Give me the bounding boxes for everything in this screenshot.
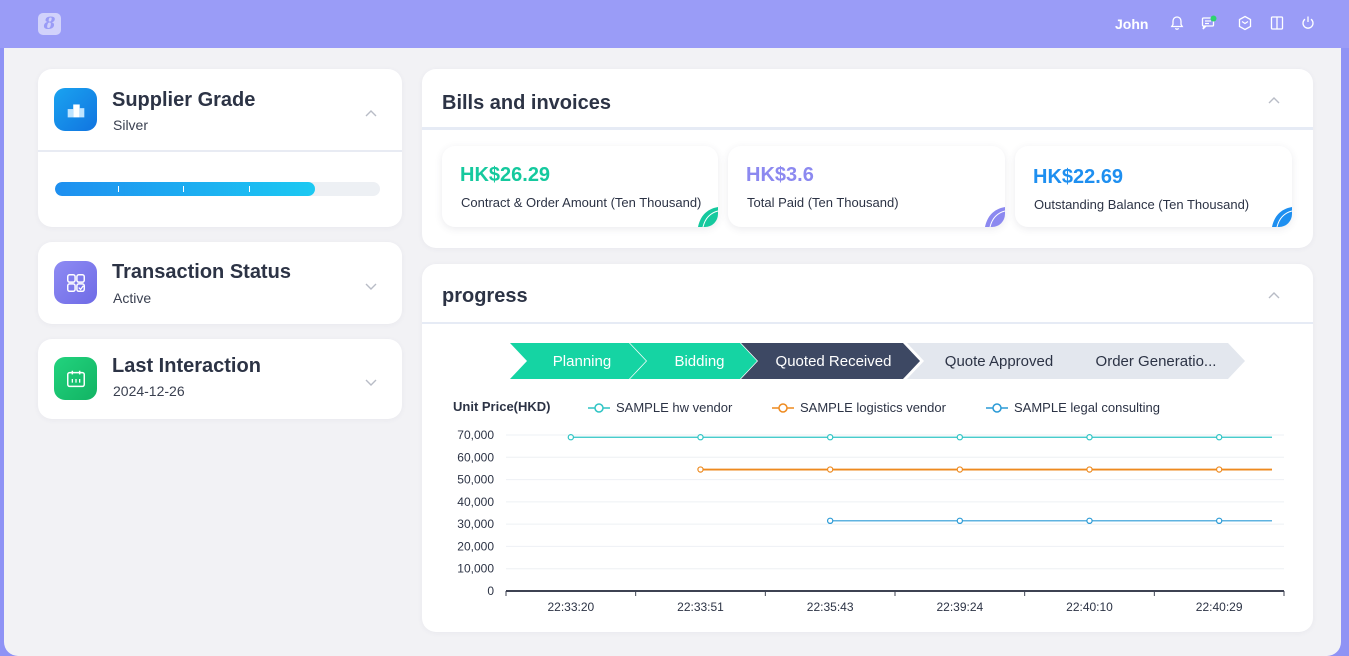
apps-icon [54, 261, 97, 304]
last-interaction-card[interactable]: Last Interaction 2024-12-26 [38, 339, 402, 419]
y-tick-label: 70,000 [457, 428, 494, 442]
chevron-down-icon[interactable] [364, 279, 378, 293]
contract-label: Contract & Order Amount (Ten Thousand) [461, 195, 702, 210]
bell-icon[interactable] [1168, 14, 1186, 32]
progress-card: progress Planning Bidding Quoted Receive… [422, 264, 1313, 632]
corner-leaf-icon [698, 207, 718, 227]
outstanding-label: Outstanding Balance (Ten Thousand) [1034, 197, 1250, 212]
data-point [1086, 434, 1093, 441]
power-icon[interactable] [1299, 14, 1317, 32]
grade-progress-fill [55, 182, 315, 196]
y-tick-label: 20,000 [457, 539, 494, 553]
divider [38, 150, 402, 152]
x-tick-label: 22:40:10 [1066, 600, 1113, 614]
y-tick-label: 50,000 [457, 473, 494, 487]
data-point [956, 434, 964, 441]
data-point [697, 434, 704, 441]
divider [422, 127, 1313, 130]
data-point [956, 517, 964, 524]
card-title: Last Interaction [112, 355, 261, 377]
y-tick-label: 40,000 [457, 495, 494, 509]
x-tick-label: 22:40:29 [1196, 600, 1243, 614]
data-point [1086, 466, 1093, 473]
building-icon [54, 88, 97, 131]
progress-tick [249, 186, 250, 192]
x-tick-label: 22:33:20 [547, 600, 594, 614]
calendar-icon [54, 357, 97, 400]
bills-card: Bills and invoices HK$26.29 Contract & O… [422, 69, 1313, 248]
data-point [1086, 517, 1093, 524]
x-tick-label: 22:35:43 [807, 600, 854, 614]
grade-value: Silver [113, 117, 149, 133]
data-point [826, 466, 834, 473]
y-tick-label: 60,000 [457, 450, 494, 464]
card-title: Transaction Status [112, 261, 291, 283]
supplier-grade-card[interactable]: Supplier Grade Silver [38, 69, 402, 227]
x-tick-label: 22:39:24 [936, 600, 983, 614]
grade-progress-bar [55, 182, 380, 196]
y-tick-label: 10,000 [457, 562, 494, 576]
data-point [1215, 466, 1223, 473]
data-point [1215, 517, 1223, 524]
user-name[interactable]: John [1115, 16, 1148, 32]
paid-label: Total Paid (Ten Thousand) [747, 195, 899, 210]
status-value: Active [113, 290, 152, 306]
data-point [826, 434, 834, 441]
outstanding-amount: HK$22.69 [1033, 166, 1124, 188]
transaction-status-card[interactable]: Transaction Status Active [38, 242, 402, 324]
data-point [956, 466, 964, 473]
section-title: Bills and invoices [442, 92, 611, 114]
top-bar: 8 John [0, 0, 1349, 48]
contract-amount: HK$26.29 [460, 164, 551, 186]
last-interaction-date: 2024-12-26 [113, 383, 185, 399]
price-line-chart: 70,000 60,000 50,000 40,000 30,000 20,000 10,0… [457, 428, 1285, 614]
main-content: Supplier Grade Silver Transaction Status… [4, 48, 1341, 656]
chevron-up-icon[interactable] [1267, 94, 1281, 108]
cube-icon[interactable] [1236, 14, 1254, 32]
data-point [826, 517, 834, 524]
chevron-up-icon[interactable] [364, 107, 378, 121]
y-tick-label: 0 [487, 584, 494, 598]
progress-tick [183, 186, 184, 192]
data-point [1215, 434, 1223, 441]
data-point [697, 466, 704, 473]
chevron-down-icon[interactable] [364, 375, 378, 389]
app-logo[interactable]: 8 [38, 13, 61, 35]
corner-leaf-icon [985, 207, 1005, 227]
bill-card-outstanding[interactable]: HK$22.69 Outstanding Balance (Ten Thousa… [1015, 146, 1292, 227]
corner-leaf-icon [1272, 207, 1292, 227]
data-point [567, 434, 575, 441]
bill-card-paid[interactable]: HK$3.6 Total Paid (Ten Thousand) [728, 146, 1005, 227]
bill-card-contract[interactable]: HK$26.29 Contract & Order Amount (Ten Th… [442, 146, 718, 227]
progress-tick [118, 186, 119, 192]
y-tick-label: 30,000 [457, 517, 494, 531]
message-icon[interactable] [1200, 14, 1218, 32]
x-tick-label: 22:33:51 [677, 600, 724, 614]
paid-amount: HK$3.6 [746, 164, 814, 186]
card-title: Supplier Grade [112, 89, 256, 111]
book-icon[interactable] [1268, 14, 1286, 32]
